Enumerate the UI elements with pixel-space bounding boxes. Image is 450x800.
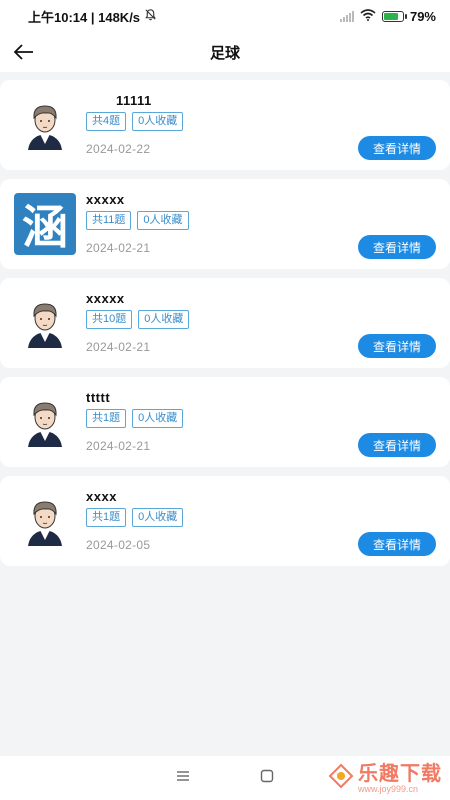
status-right: 79%	[339, 8, 436, 24]
card-date: 2024-02-21	[86, 241, 151, 255]
tag-row: 共10题 0人收藏	[86, 310, 190, 329]
card-date: 2024-02-22	[86, 142, 151, 156]
favorite-count-tag: 0人收藏	[138, 310, 190, 329]
tag-row: 共4题 0人收藏	[86, 112, 184, 131]
favorite-count-tag: 0人收藏	[132, 508, 184, 527]
view-details-button[interactable]: 查看详情	[358, 532, 436, 556]
question-count-tag: 共4题	[86, 112, 127, 131]
question-count-tag: 共1题	[86, 409, 127, 428]
card-date: 2024-02-05	[86, 538, 151, 552]
favorite-count-tag: 0人收藏	[132, 409, 184, 428]
card-title: ttttt	[86, 390, 111, 405]
status-time-speed: 上午10:14 | 148K/s	[28, 9, 141, 25]
view-details-button[interactable]: 查看详情	[358, 433, 436, 457]
battery-fill	[383, 12, 399, 20]
favorite-count-tag: 0人收藏	[132, 112, 184, 131]
tag-row: 共11题 0人收藏	[86, 211, 189, 230]
battery-icon	[381, 10, 407, 22]
card-date: 2024-02-21	[86, 340, 151, 354]
cartoon-boy-avatar	[14, 292, 76, 354]
question-count-tag: 共11题	[86, 211, 132, 230]
view-details-button[interactable]: 查看详情	[358, 136, 436, 160]
han-character-avatar: 涵	[14, 193, 76, 255]
card-title: xxxx	[86, 489, 117, 504]
back-button[interactable]	[10, 38, 38, 66]
card-title: xxxxx	[86, 291, 125, 306]
card-title: xxxxx	[86, 192, 125, 207]
view-details-button[interactable]: 查看详情	[358, 334, 436, 358]
app-header: 足球	[0, 32, 450, 72]
cartoon-boy-avatar	[14, 94, 76, 156]
tag-row: 共1题 0人收藏	[86, 508, 184, 527]
list-item[interactable]: 涵 xxxxx 共11题 0人收藏 2024-02-21 查看详情	[0, 179, 450, 269]
page-title: 足球	[209, 44, 240, 62]
watermark-logo-icon	[328, 763, 354, 794]
menu-icon[interactable]	[176, 769, 190, 787]
mute-bell-icon	[144, 8, 157, 24]
list-item[interactable]: 11111 共4题 0人收藏 2024-02-22 查看详情	[0, 80, 450, 170]
question-count-tag: 共1题	[86, 508, 127, 527]
list-item[interactable]: xxxx 共1题 0人收藏 2024-02-05 查看详情	[0, 476, 450, 566]
watermark: 乐趣下载 www.joy999.cn	[328, 763, 442, 794]
card-title: 11111	[116, 93, 152, 108]
status-bar: 上午10:14 | 148K/s 79%	[0, 0, 450, 32]
watermark-text-block: 乐趣下载 www.joy999.cn	[358, 764, 442, 794]
list-item[interactable]: ttttt 共1题 0人收藏 2024-02-21 查看详情	[0, 377, 450, 467]
signal-icon	[339, 10, 354, 22]
favorite-count-tag: 0人收藏	[137, 211, 189, 230]
tag-row: 共1题 0人收藏	[86, 409, 184, 428]
wifi-icon	[360, 8, 376, 24]
status-left: 上午10:14 | 148K/s	[28, 7, 157, 26]
home-icon[interactable]	[260, 769, 274, 788]
watermark-text: 乐趣下载	[358, 762, 442, 785]
list-item[interactable]: xxxxx 共10题 0人收藏 2024-02-21 查看详情	[0, 278, 450, 368]
question-count-tag: 共10题	[86, 310, 133, 329]
watermark-url: www.joy999.cn	[358, 783, 419, 794]
battery-percent: 79%	[409, 8, 436, 24]
back-arrow-icon	[13, 44, 33, 60]
cartoon-boy-avatar	[14, 490, 76, 552]
cartoon-boy-avatar	[14, 391, 76, 453]
card-date: 2024-02-21	[86, 439, 151, 453]
view-details-button[interactable]: 查看详情	[358, 235, 436, 259]
